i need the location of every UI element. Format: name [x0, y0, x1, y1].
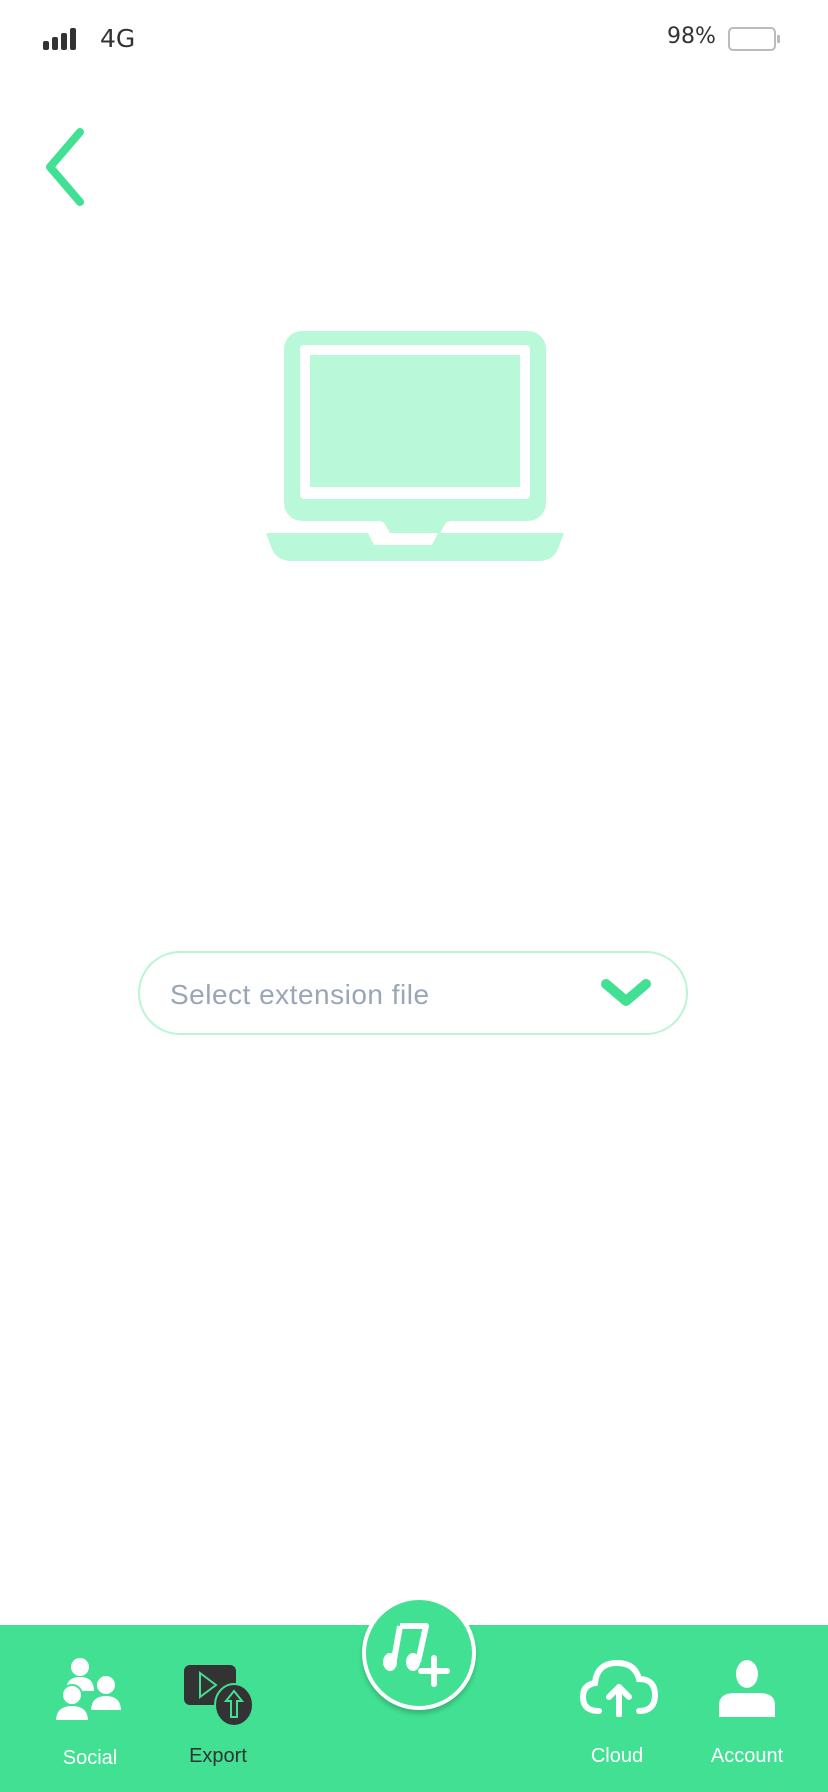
- status-bar: 4G 98%: [0, 0, 828, 80]
- tab-account[interactable]: Account: [697, 1625, 797, 1792]
- user-icon: [719, 1660, 775, 1717]
- add-music-button[interactable]: [362, 1596, 476, 1710]
- network-type: 4G: [100, 24, 136, 53]
- signal-bars-icon: [43, 28, 79, 50]
- back-button[interactable]: [40, 125, 100, 209]
- tab-label: Account: [710, 1745, 784, 1767]
- battery-icon: [728, 27, 780, 51]
- tab-label: Export: [189, 1745, 247, 1767]
- laptop-icon: [266, 331, 564, 561]
- tab-social[interactable]: Social: [40, 1625, 140, 1792]
- export-video-icon: [184, 1665, 254, 1727]
- chevron-left-icon: [46, 128, 84, 206]
- tab-cloud[interactable]: Cloud: [567, 1625, 667, 1792]
- select-placeholder: Select extension file: [170, 979, 430, 1010]
- tab-export[interactable]: Export: [168, 1625, 268, 1792]
- tab-label: Social: [62, 1747, 118, 1769]
- battery-percent: 98%: [667, 24, 716, 49]
- chevron-down-icon: [601, 979, 651, 1006]
- add-music-icon: [383, 1623, 450, 1687]
- people-icon: [54, 1658, 124, 1722]
- extension-file-select[interactable]: Select extension file: [138, 951, 688, 1035]
- cloud-upload-icon: [579, 1659, 659, 1717]
- tab-label: Cloud: [590, 1745, 644, 1767]
